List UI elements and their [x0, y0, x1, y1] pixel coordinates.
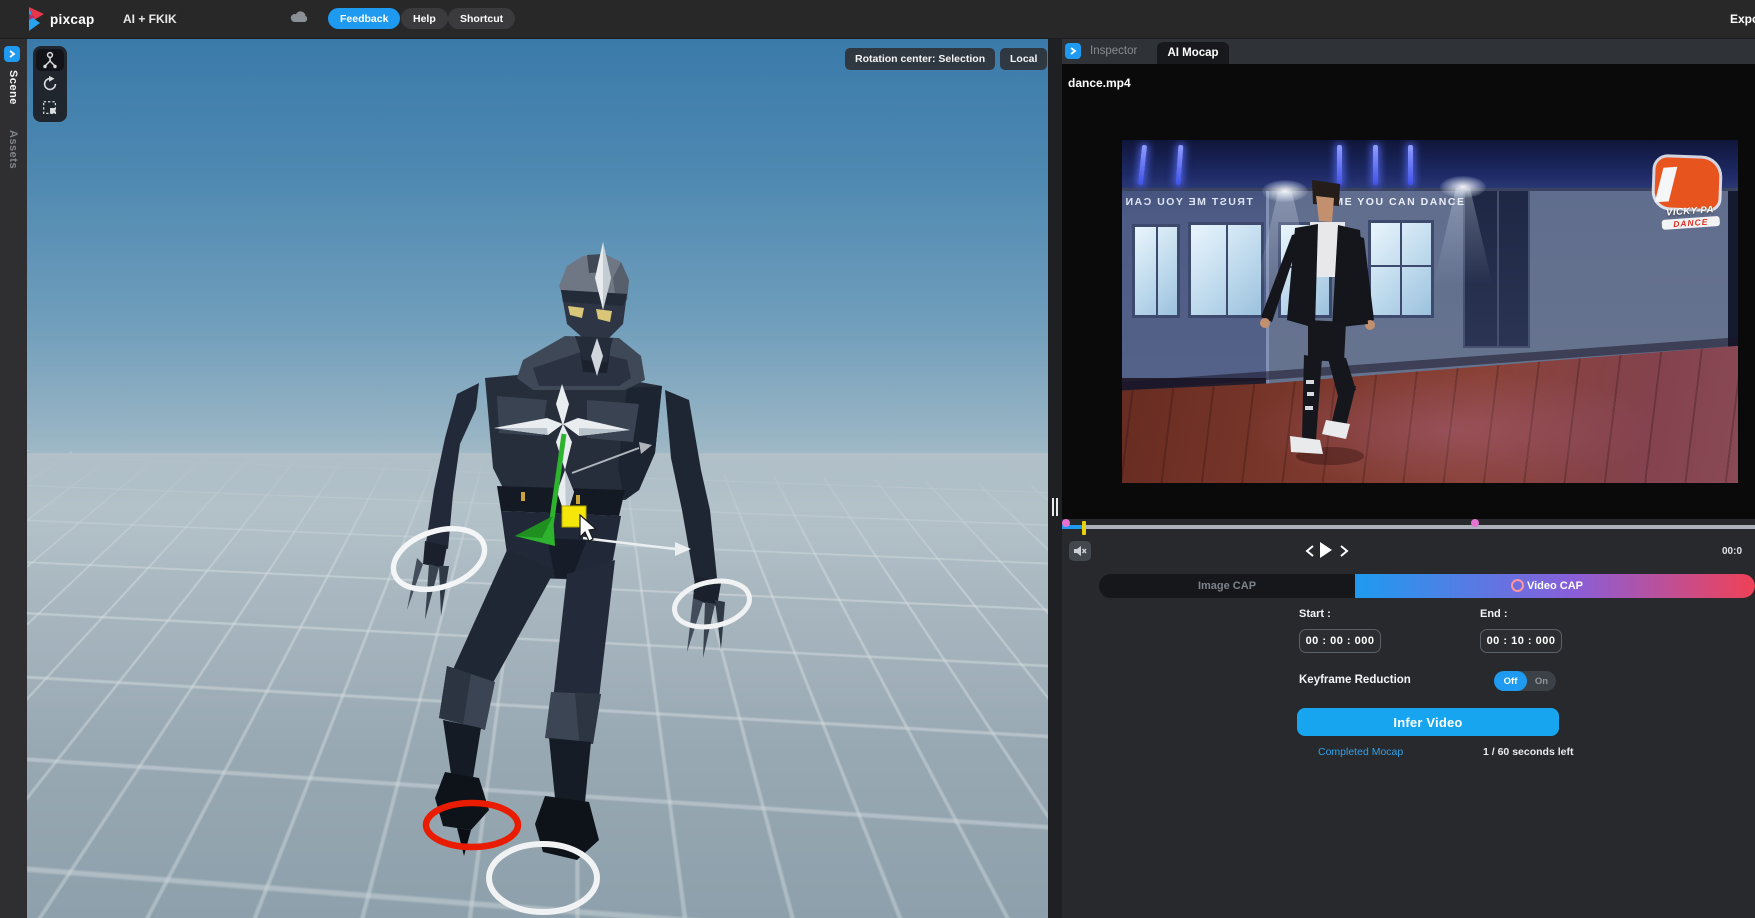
toggle-off[interactable]: Off: [1494, 671, 1527, 691]
rig-tool-icon: [43, 51, 57, 69]
rotation-center-button[interactable]: Rotation center: Selection: [845, 48, 996, 70]
sidebar-expand-button[interactable]: [4, 46, 20, 62]
next-frame-button[interactable]: [1339, 545, 1349, 557]
sidebar-tab-assets[interactable]: Assets: [7, 130, 19, 169]
keyframe-reduction-label: Keyframe Reduction: [1299, 674, 1411, 686]
keyframe-reduction-toggle: Off On: [1494, 671, 1556, 691]
timecode: 00:0: [1722, 546, 1743, 557]
feedback-button[interactable]: Feedback: [328, 8, 401, 29]
tab-ai-mocap[interactable]: AI Mocap: [1157, 42, 1229, 64]
logo-text: pixcap: [50, 11, 95, 27]
start-time-field[interactable]: 00 : 00 : 000: [1299, 629, 1381, 653]
character-model[interactable]: [27, 38, 1048, 918]
pixcap-logo-icon: [29, 7, 44, 31]
export-button[interactable]: Export: [1730, 12, 1755, 26]
capture-mode-tabs: Image CAP Video CAP: [1099, 574, 1755, 598]
dancer: [1260, 180, 1375, 465]
play-button[interactable]: [1319, 541, 1333, 559]
tab-video-cap[interactable]: Video CAP: [1355, 574, 1755, 598]
end-time-field[interactable]: 00 : 10 : 000: [1480, 629, 1562, 653]
left-sidebar: Scene Assets: [0, 38, 27, 918]
project-title: AI + FKIK: [123, 12, 177, 26]
sidebar-tab-scene[interactable]: Scene: [7, 70, 19, 105]
chevron-right-icon: [9, 50, 16, 58]
start-label: Start :: [1299, 608, 1331, 620]
app-logo[interactable]: pixcap: [22, 5, 95, 33]
viewport-3d[interactable]: Rotation center: Selection Local: [27, 38, 1048, 918]
mute-button[interactable]: [1069, 541, 1091, 561]
rig-tool-button[interactable]: [36, 49, 64, 71]
scale-tool-icon: [43, 101, 57, 115]
shortcut-button[interactable]: Shortcut: [448, 8, 516, 29]
video-viewer: dance.mp4 TRUST ME YOU CAN T ME YOU CAN …: [1062, 64, 1755, 519]
viewport-toolbar: [33, 46, 67, 122]
mute-icon: [1074, 546, 1087, 556]
tab-image-cap[interactable]: Image CAP: [1099, 574, 1355, 598]
video-frame[interactable]: TRUST ME YOU CAN T ME YOU CAN DANCE VICK…: [1122, 140, 1738, 483]
infer-video-button[interactable]: Infer Video: [1297, 708, 1559, 736]
cloud-sync-icon[interactable]: [290, 10, 308, 29]
panel-collapse-button[interactable]: [1065, 43, 1081, 59]
rotation-ring-right-foot[interactable]: [486, 841, 600, 915]
timeline-playhead[interactable]: [1082, 521, 1086, 535]
rotate-tool-icon: [43, 75, 57, 91]
timeline-marker[interactable]: [1471, 519, 1479, 527]
tab-inspector[interactable]: Inspector: [1090, 45, 1137, 57]
previous-frame-button[interactable]: [1305, 545, 1315, 557]
seconds-left-label: 1 / 60 seconds left: [1483, 746, 1574, 758]
right-panel: Inspector AI Mocap dance.mp4 TRUST ME YO…: [1062, 38, 1755, 918]
timeline-track[interactable]: [1062, 525, 1755, 529]
top-bar: pixcap AI + FKIK Feedback Help Shortcut …: [0, 0, 1755, 39]
panel-divider[interactable]: [1048, 38, 1062, 918]
app-root: { "topbar": { "logo_text": "pixcap", "pr…: [0, 0, 1755, 918]
panel-tab-bar: Inspector AI Mocap: [1062, 38, 1755, 64]
help-button[interactable]: Help: [401, 8, 448, 29]
end-label: End :: [1480, 608, 1508, 620]
completed-mocap-link[interactable]: Completed Mocap: [1318, 746, 1403, 758]
timeline-marker-start[interactable]: [1062, 519, 1070, 527]
divider-drag-handle[interactable]: [1051, 498, 1059, 516]
toggle-on[interactable]: On: [1527, 671, 1556, 691]
video-filename: dance.mp4: [1068, 76, 1131, 90]
coordinate-space-button[interactable]: Local: [1000, 48, 1048, 70]
scale-tool-button[interactable]: [36, 97, 64, 119]
studio-logo: VICKY PA DANCE: [1647, 155, 1730, 238]
mode-indicator-icon: [1511, 579, 1524, 592]
rotate-tool-button[interactable]: [36, 73, 64, 95]
chevron-right-icon: [1070, 47, 1077, 55]
